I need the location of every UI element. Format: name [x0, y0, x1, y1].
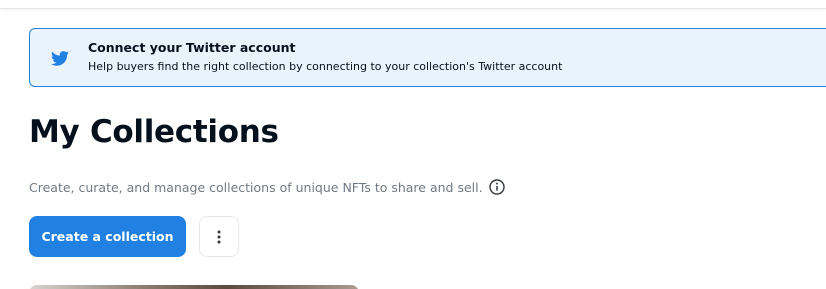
info-icon[interactable]	[488, 179, 505, 195]
more-options-button[interactable]	[199, 216, 239, 257]
page-subtitle: Create, curate, and manage collections o…	[29, 179, 505, 195]
create-collection-button[interactable]: Create a collection	[29, 216, 186, 257]
vertical-dots-icon	[217, 230, 221, 243]
page-title: My Collections	[29, 114, 279, 150]
banner-description: Help buyers find the right collection by…	[88, 60, 563, 73]
twitter-connect-banner[interactable]: Connect your Twitter account Help buyers…	[29, 28, 826, 87]
top-bar-edge	[0, 0, 826, 9]
page: Connect your Twitter account Help buyers…	[0, 0, 826, 289]
subtitle-text: Create, curate, and manage collections o…	[29, 179, 483, 195]
collection-card-image[interactable]	[29, 285, 359, 289]
banner-title: Connect your Twitter account	[88, 40, 296, 55]
twitter-icon	[51, 51, 69, 66]
